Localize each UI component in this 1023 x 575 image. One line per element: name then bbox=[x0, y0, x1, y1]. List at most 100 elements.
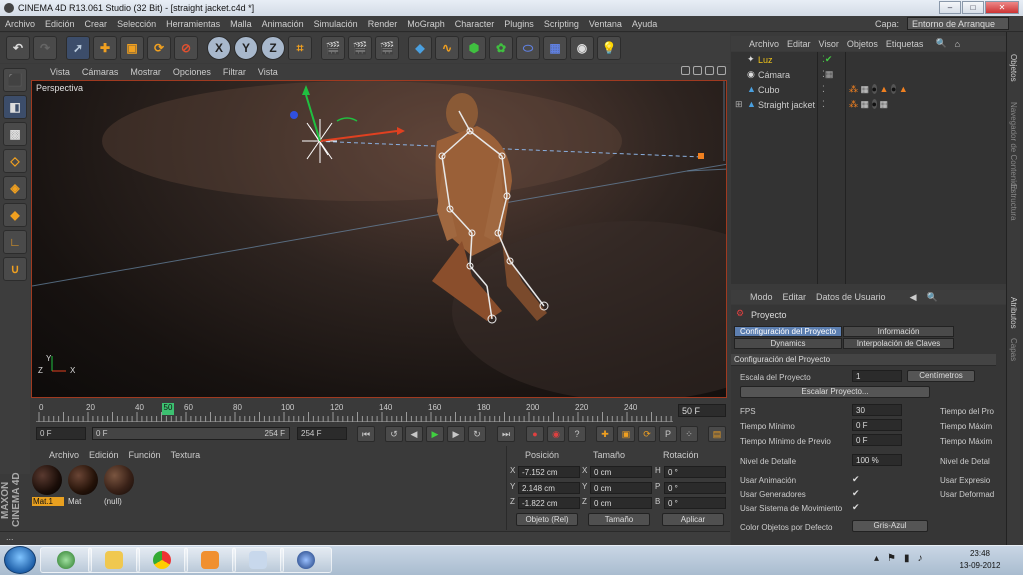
tray-volume-icon[interactable]: ♪ bbox=[918, 553, 923, 564]
move-tool-icon[interactable]: ✚ bbox=[93, 36, 117, 60]
end-frame-field[interactable]: 50 F bbox=[678, 404, 726, 417]
menu-animacion[interactable]: Animación bbox=[257, 19, 309, 29]
viewport-layout-icon[interactable] bbox=[717, 66, 726, 75]
taskbar-media-icon[interactable] bbox=[184, 547, 236, 573]
scale-tool-icon[interactable]: ▣ bbox=[120, 36, 144, 60]
menu-archivo[interactable]: Archivo bbox=[0, 19, 40, 29]
key-pla-icon[interactable]: ⁘ bbox=[680, 426, 698, 442]
menu-malla[interactable]: Malla bbox=[225, 19, 257, 29]
timeline-window-icon[interactable]: ▤ bbox=[708, 426, 726, 442]
start-frame-field[interactable]: 0 F bbox=[36, 427, 86, 440]
tab-estructura[interactable]: Estructura bbox=[1009, 184, 1018, 220]
polygons-mode-icon[interactable]: ◆ bbox=[3, 203, 27, 227]
start-button[interactable] bbox=[4, 546, 36, 574]
y-axis-icon[interactable]: Y bbox=[234, 36, 258, 60]
obj-menu-archivo[interactable]: Archivo bbox=[745, 39, 783, 49]
tag-icons[interactable]: ⁂ ▦ ● ▲ ● ▲ bbox=[849, 84, 908, 95]
3d-viewport[interactable]: Perspectiva Y X Z bbox=[31, 80, 727, 398]
obj-menu-etiquetas[interactable]: Etiquetas bbox=[882, 39, 928, 49]
viewport-rotate-icon[interactable] bbox=[705, 66, 714, 75]
camera-icon[interactable]: ◉ bbox=[570, 36, 594, 60]
viewport-menu-vista-2[interactable]: Vista bbox=[252, 67, 284, 77]
use-generators-checkbox[interactable]: ✔ bbox=[852, 488, 860, 499]
mat-menu-archivo[interactable]: Archivo bbox=[44, 450, 84, 460]
render-picture-viewer-icon[interactable]: 🎬 bbox=[348, 36, 372, 60]
next-key-icon[interactable]: ↻ bbox=[468, 426, 486, 442]
menu-scripting[interactable]: Scripting bbox=[539, 19, 584, 29]
menu-simulacion[interactable]: Simulación bbox=[309, 19, 363, 29]
mat-menu-textura[interactable]: Textura bbox=[166, 450, 206, 460]
home-icon[interactable]: ⌂ bbox=[951, 39, 964, 49]
next-frame-icon[interactable]: ▶ bbox=[447, 426, 465, 442]
size-z-field[interactable]: 0 cm bbox=[590, 497, 652, 509]
record-icon[interactable]: ● bbox=[526, 426, 544, 442]
prev-frame-icon[interactable]: ◀ bbox=[405, 426, 423, 442]
current-frame-marker[interactable]: 50 bbox=[162, 403, 174, 415]
keyframe-selection-icon[interactable]: ? bbox=[568, 426, 586, 442]
size-x-field[interactable]: 0 cm bbox=[590, 466, 652, 478]
x-axis-icon[interactable]: X bbox=[207, 36, 231, 60]
render-settings-icon[interactable]: 🎬 bbox=[375, 36, 399, 60]
key-rotation-icon[interactable]: ⟳ bbox=[638, 426, 656, 442]
menu-plugins[interactable]: Plugins bbox=[499, 19, 539, 29]
tray-network-icon[interactable]: ▮ bbox=[904, 553, 910, 564]
undo-icon[interactable]: ↶ bbox=[6, 36, 30, 60]
render-view-icon[interactable]: 🎬 bbox=[321, 36, 345, 60]
prev-key-icon[interactable]: ↺ bbox=[385, 426, 403, 442]
unit-dropdown[interactable]: Centímetros bbox=[907, 370, 975, 382]
menu-crear[interactable]: Crear bbox=[80, 19, 113, 29]
redo-icon[interactable]: ↷ bbox=[33, 36, 57, 60]
min-preview-field[interactable]: 0 F bbox=[852, 434, 902, 446]
material-swatch[interactable]: Mat.1 bbox=[32, 465, 64, 509]
close-button[interactable]: ✕ bbox=[985, 1, 1019, 14]
viewport-menu-mostrar[interactable]: Mostrar bbox=[124, 67, 167, 77]
material-swatch[interactable]: Mat bbox=[68, 465, 100, 509]
position-y-field[interactable]: 2.148 cm bbox=[518, 482, 580, 494]
key-scale-icon[interactable]: ▣ bbox=[617, 426, 635, 442]
model-mode-icon[interactable]: ◧ bbox=[3, 95, 27, 119]
key-parameter-icon[interactable]: P bbox=[659, 426, 677, 442]
obj-menu-objetos[interactable]: Objetos bbox=[843, 39, 882, 49]
rotate-tool-icon[interactable]: ⟳ bbox=[147, 36, 171, 60]
detail-field[interactable]: 100 % bbox=[852, 454, 902, 466]
object-row[interactable]: ▲ Cubo ⁚ ⁂ ▦ ● ▲ ● ▲ bbox=[731, 84, 1006, 98]
tag-icons[interactable]: ⁂ ▦ ● ▦ bbox=[849, 99, 888, 110]
use-animation-checkbox[interactable]: ✔ bbox=[852, 474, 860, 485]
position-z-field[interactable]: -1.822 cm bbox=[518, 497, 580, 509]
default-color-dropdown[interactable]: Gris-Azul bbox=[852, 520, 928, 532]
viewport-zoom-icon[interactable] bbox=[693, 66, 702, 75]
scale-field[interactable]: 1 bbox=[852, 370, 902, 382]
minimize-button[interactable]: – bbox=[939, 1, 961, 14]
taskbar-security-icon[interactable] bbox=[40, 547, 92, 573]
make-editable-icon[interactable]: ⬛ bbox=[3, 68, 27, 92]
tab-interpolacion[interactable]: Interpolación de Claves bbox=[843, 338, 954, 349]
end-frame-input[interactable]: 254 F bbox=[297, 427, 347, 440]
tab-informacion[interactable]: Información bbox=[843, 326, 954, 337]
deformer-icon[interactable]: ⬭ bbox=[516, 36, 540, 60]
select-tool-icon[interactable]: ➚ bbox=[66, 36, 90, 60]
clock[interactable]: 23:48 13-09-2012 bbox=[950, 548, 1010, 572]
layer-dropdown[interactable]: Entorno de Arranque bbox=[907, 17, 1009, 30]
maximize-button[interactable]: □ bbox=[962, 1, 984, 14]
snap-icon[interactable]: ∪ bbox=[3, 257, 27, 281]
play-icon[interactable]: ▶ bbox=[426, 426, 444, 442]
object-row[interactable]: ◉ Cámara ⁚▦ bbox=[731, 69, 1006, 83]
rotation-b-field[interactable]: 0 ° bbox=[664, 497, 726, 509]
expand-icon[interactable]: ⊞ bbox=[735, 99, 743, 110]
viewport-pan-icon[interactable] bbox=[681, 66, 690, 75]
menu-herramientas[interactable]: Herramientas bbox=[161, 19, 225, 29]
viewport-menu-filtrar[interactable]: Filtrar bbox=[217, 67, 252, 77]
object-row[interactable]: ✦ Luz ⁚✔ bbox=[731, 54, 1006, 68]
tray-arrow-icon[interactable]: ▴ bbox=[874, 553, 879, 564]
fps-field[interactable]: 30 bbox=[852, 404, 902, 416]
subdivision-icon[interactable]: ⬢ bbox=[462, 36, 486, 60]
position-x-field[interactable]: -7.152 cm bbox=[518, 466, 580, 478]
att-menu-datos-usuario[interactable]: Datos de Usuario bbox=[811, 292, 891, 302]
menu-mograph[interactable]: MoGraph bbox=[402, 19, 450, 29]
use-motion-checkbox[interactable]: ✔ bbox=[852, 502, 860, 513]
array-icon[interactable]: ✿ bbox=[489, 36, 513, 60]
apply-button[interactable]: Aplicar bbox=[662, 513, 724, 526]
menu-render[interactable]: Render bbox=[363, 19, 403, 29]
floor-icon[interactable]: ▦ bbox=[543, 36, 567, 60]
tab-dynamics[interactable]: Dynamics bbox=[734, 338, 842, 349]
